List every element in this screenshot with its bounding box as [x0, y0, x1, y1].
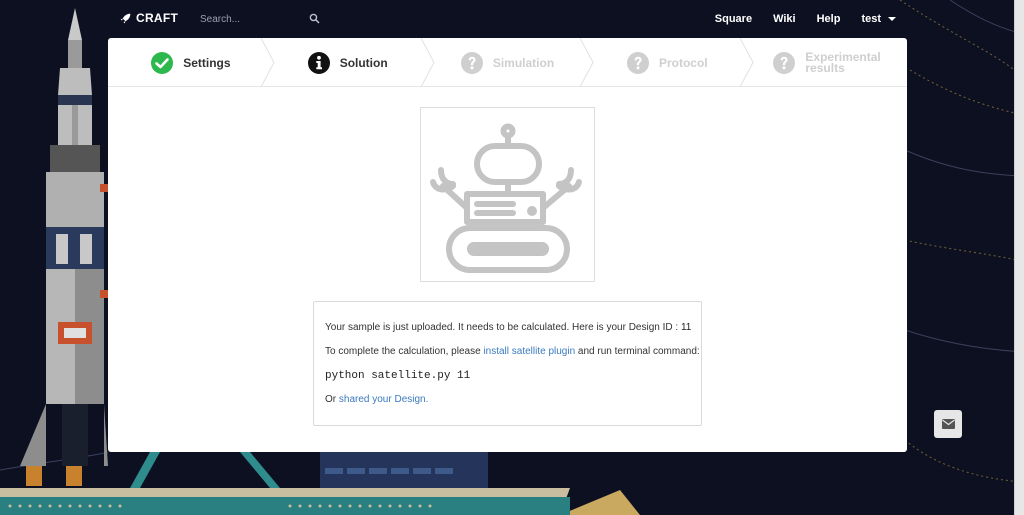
share-message: Or shared your Design.	[325, 394, 701, 405]
user-menu[interactable]: test	[861, 13, 896, 25]
rocket-icon	[120, 13, 131, 23]
brand-link[interactable]: CRAFT	[120, 11, 178, 25]
question-circle-icon	[773, 51, 796, 74]
main-panel: Settings Solution Simulation Protocol Ex…	[108, 38, 907, 452]
design-id: 11	[680, 322, 692, 333]
step-divider	[740, 38, 754, 87]
step-label-line2: results	[805, 60, 845, 75]
info-circle-icon	[307, 51, 330, 74]
share-design-link[interactable]: shared your Design.	[339, 394, 429, 405]
step-label: Simulation	[492, 55, 555, 70]
contact-button[interactable]	[934, 410, 962, 438]
step-divider	[580, 38, 594, 87]
step-label: Experimental results	[805, 51, 880, 75]
step-label: Solution	[339, 55, 388, 70]
step-simulation[interactable]: Simulation	[428, 38, 594, 87]
page-scrollbar[interactable]	[1014, 0, 1024, 515]
top-navbar: CRAFT Square Wiki Help test	[0, 0, 1014, 38]
robot-icon	[430, 123, 582, 273]
install-plugin-link[interactable]: install satellite plugin	[483, 346, 575, 357]
upload-message-text: Your sample is just uploaded. It needs t…	[325, 322, 681, 333]
nav-link-help[interactable]: Help	[817, 13, 841, 25]
wizard-steps: Settings Solution Simulation Protocol Ex…	[108, 38, 907, 87]
step-protocol[interactable]: Protocol	[587, 38, 754, 87]
caret-down-icon	[888, 17, 896, 21]
search-icon[interactable]	[309, 13, 320, 24]
design-preview-image	[420, 107, 595, 282]
upload-message: Your sample is just uploaded. It needs t…	[325, 322, 701, 333]
instruction-pre: To complete the calculation, please	[325, 346, 484, 357]
user-name: test	[861, 13, 881, 25]
question-circle-icon	[460, 51, 483, 74]
step-divider	[260, 38, 275, 87]
question-circle-icon	[626, 51, 649, 74]
brand-name: CRAFT	[136, 11, 179, 25]
terminal-command: python satellite.py 11	[325, 370, 471, 382]
search-input[interactable]	[200, 9, 322, 30]
share-pre: Or	[325, 394, 339, 405]
step-experimental-results[interactable]: Experimental results	[747, 38, 907, 87]
step-label: Protocol	[658, 55, 708, 70]
nav-link-wiki[interactable]: Wiki	[773, 13, 796, 25]
step-settings[interactable]: Settings	[108, 38, 275, 87]
nav-right: Square Wiki Help test	[715, 0, 1014, 38]
calculation-info-box: Your sample is just uploaded. It needs t…	[313, 301, 702, 426]
step-solution[interactable]: Solution	[268, 38, 435, 87]
instruction-message: To complete the calculation, please inst…	[325, 346, 701, 357]
nav-link-square[interactable]: Square	[715, 13, 752, 25]
instruction-post: and run terminal command:	[575, 346, 700, 357]
check-circle-icon	[151, 51, 174, 74]
search-box	[200, 9, 322, 30]
step-label: Settings	[183, 55, 231, 70]
envelope-icon	[941, 419, 955, 429]
step-divider	[420, 38, 435, 87]
